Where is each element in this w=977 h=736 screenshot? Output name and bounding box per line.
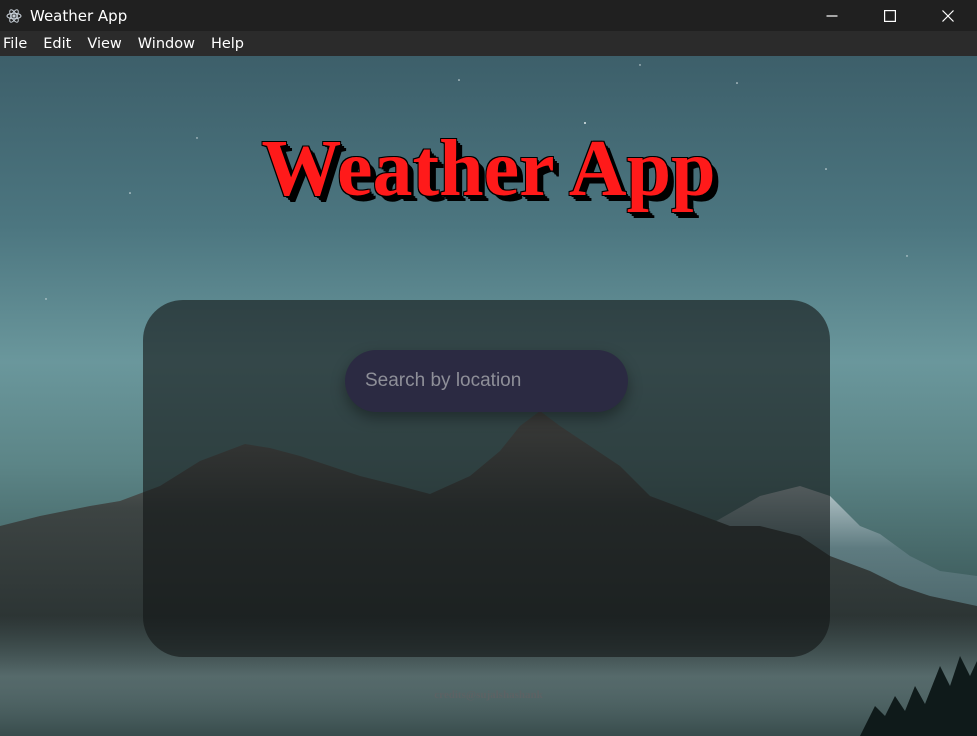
electron-icon — [5, 7, 23, 25]
maximize-icon — [884, 9, 896, 22]
maximize-button[interactable] — [861, 0, 919, 31]
close-button[interactable] — [919, 0, 977, 31]
menu-bar: File Edit View Window Help — [0, 31, 977, 56]
weather-card — [143, 300, 830, 657]
menu-help[interactable]: Help — [208, 36, 252, 52]
menu-edit[interactable]: Edit — [40, 36, 79, 52]
title-bar[interactable]: Weather App — [0, 0, 977, 31]
close-icon — [942, 9, 954, 22]
window-title: Weather App — [30, 6, 128, 25]
credits-text: credits@sujalshashank — [434, 689, 543, 701]
app-content: Weather App credits@sujalshashank — [0, 56, 977, 736]
menu-file[interactable]: File — [0, 36, 35, 52]
minimize-button[interactable] — [803, 0, 861, 31]
menu-view[interactable]: View — [84, 36, 129, 52]
app-heading: Weather App — [261, 125, 716, 213]
minimize-icon — [826, 14, 838, 17]
search-input[interactable] — [345, 350, 628, 412]
menu-window[interactable]: Window — [135, 36, 203, 52]
window-controls — [803, 0, 977, 31]
